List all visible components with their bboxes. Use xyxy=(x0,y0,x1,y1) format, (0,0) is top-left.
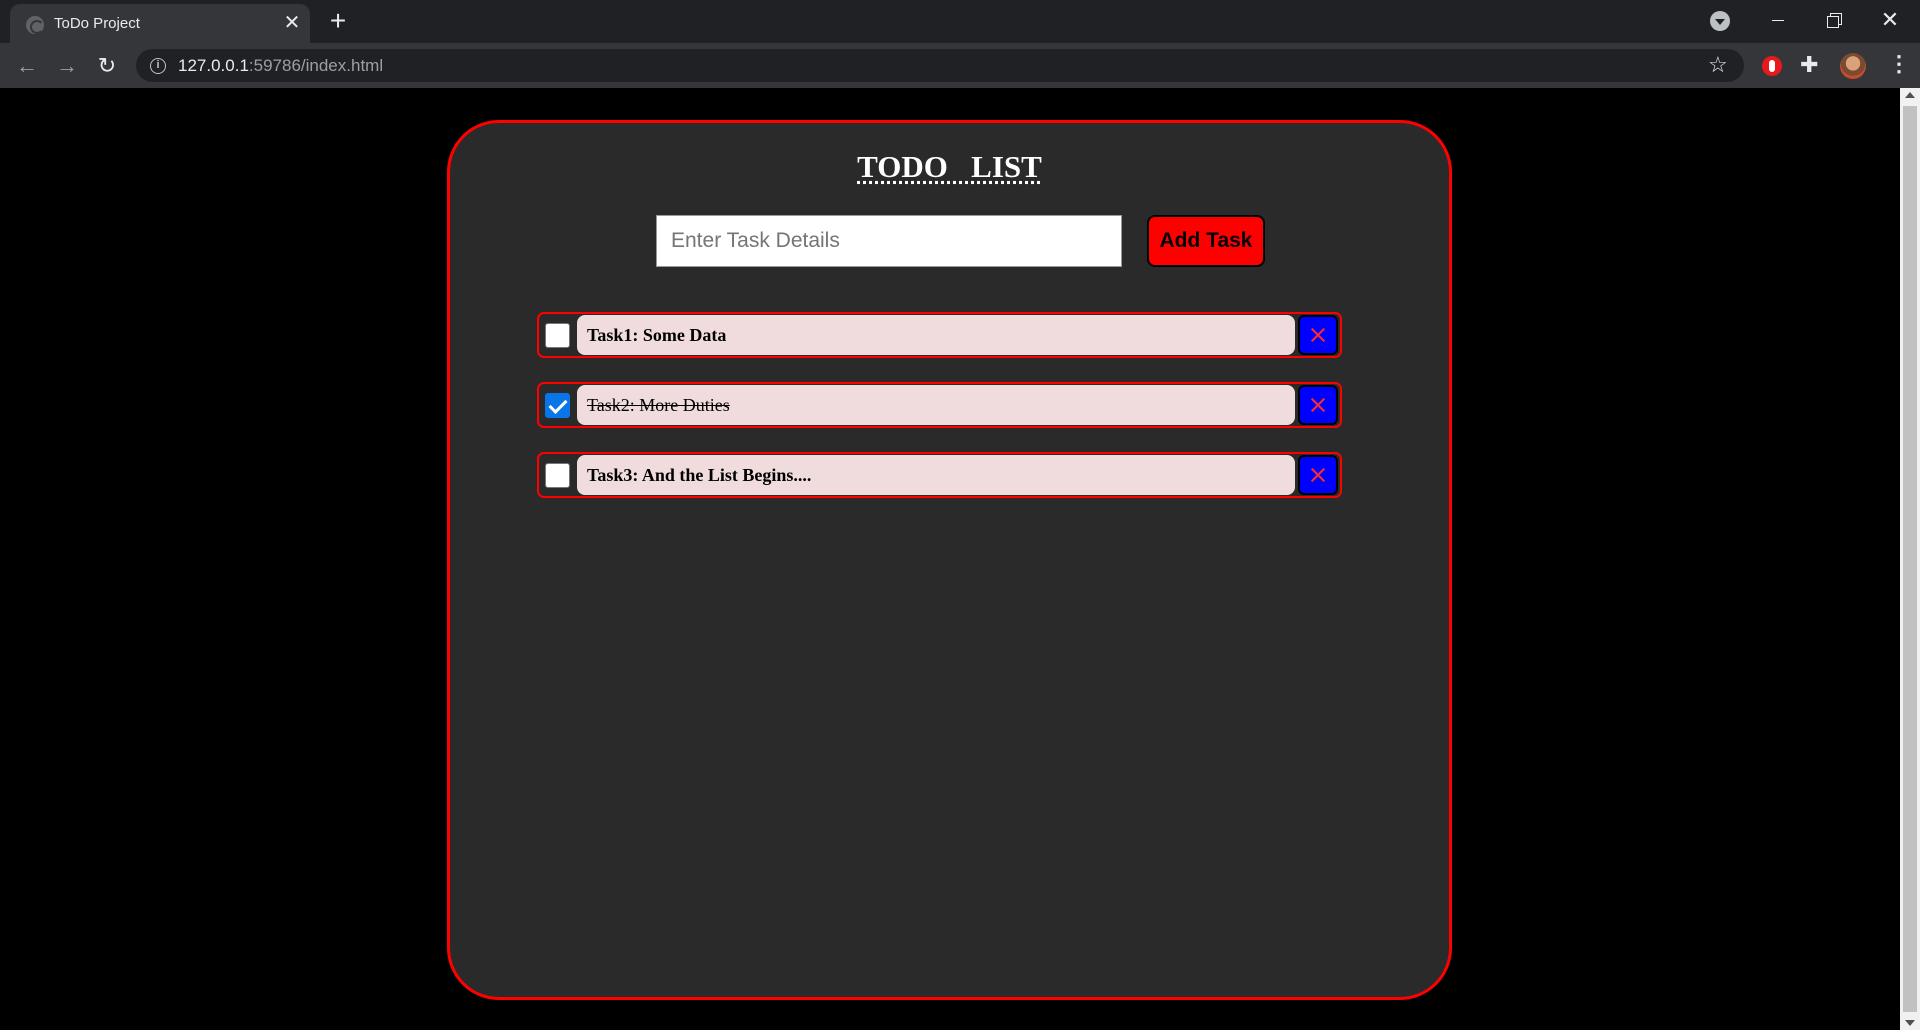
reload-icon[interactable]: ↻ xyxy=(92,51,122,81)
url-text[interactable]: 127.0.0.1:59786/index.html xyxy=(178,56,383,76)
delete-task-button[interactable] xyxy=(1298,315,1338,355)
task-checkbox[interactable] xyxy=(545,463,570,488)
todo-card: TODO LIST Add Task Task1: Some Data Task… xyxy=(447,120,1452,1000)
delete-task-button[interactable] xyxy=(1298,385,1338,425)
delete-task-button[interactable] xyxy=(1298,455,1338,495)
page-title: TODO LIST xyxy=(450,149,1449,185)
browser-tab[interactable]: ToDo Project ✕ xyxy=(10,4,310,43)
address-bar[interactable]: i 127.0.0.1:59786/index.html ☆ xyxy=(136,49,1744,82)
bookmark-star-icon[interactable]: ☆ xyxy=(1708,52,1728,78)
browser-toolbar: ← → ↻ i 127.0.0.1:59786/index.html ☆ ✚ ⋮ xyxy=(0,43,1920,88)
tab-title: ToDo Project xyxy=(54,15,140,32)
scroll-thumb[interactable] xyxy=(1903,106,1917,1012)
info-icon[interactable]: i xyxy=(150,58,166,74)
restore-button[interactable] xyxy=(1814,6,1854,34)
page-viewport: TODO LIST Add Task Task1: Some Data Task… xyxy=(0,88,1920,1030)
globe-icon xyxy=(26,16,44,34)
tab-search-icon[interactable] xyxy=(1710,11,1730,31)
task-item: Task2: More Duties xyxy=(537,382,1342,428)
forward-arrow-icon[interactable]: → xyxy=(52,51,82,81)
tab-close-icon[interactable]: ✕ xyxy=(281,12,303,34)
task-list: Task1: Some Data Task2: More Duties Task… xyxy=(537,312,1342,522)
scroll-up-arrow-icon[interactable] xyxy=(1905,92,1915,98)
vertical-scrollbar[interactable] xyxy=(1900,88,1920,1030)
task-item: Task1: Some Data xyxy=(537,312,1342,358)
tab-strip: ToDo Project ✕ + ✕ xyxy=(0,0,1920,43)
task-checkbox[interactable] xyxy=(545,323,570,348)
profile-avatar[interactable] xyxy=(1840,53,1866,79)
url-host: 127.0.0.1 xyxy=(178,56,249,75)
task-input[interactable] xyxy=(656,215,1122,267)
task-item: Task3: And the List Begins.... xyxy=(537,452,1342,498)
minimize-button[interactable] xyxy=(1758,6,1798,34)
page-title-text: TODO LIST xyxy=(857,149,1042,184)
scroll-down-arrow-icon[interactable] xyxy=(1905,1020,1915,1026)
adblock-extension-icon[interactable] xyxy=(1762,56,1782,76)
task-text: Task1: Some Data xyxy=(577,315,1295,355)
task-text: Task2: More Duties xyxy=(577,385,1295,425)
menu-dots-icon[interactable]: ⋮ xyxy=(1888,51,1910,77)
url-path: :59786/index.html xyxy=(248,56,384,75)
task-checkbox[interactable] xyxy=(545,393,570,418)
close-window-button[interactable]: ✕ xyxy=(1870,6,1910,34)
new-tab-button[interactable]: + xyxy=(325,6,351,36)
add-task-button[interactable]: Add Task xyxy=(1147,215,1265,267)
back-arrow-icon[interactable]: ← xyxy=(12,51,42,81)
task-text: Task3: And the List Begins.... xyxy=(577,455,1295,495)
extensions-puzzle-icon[interactable]: ✚ xyxy=(1800,52,1818,78)
